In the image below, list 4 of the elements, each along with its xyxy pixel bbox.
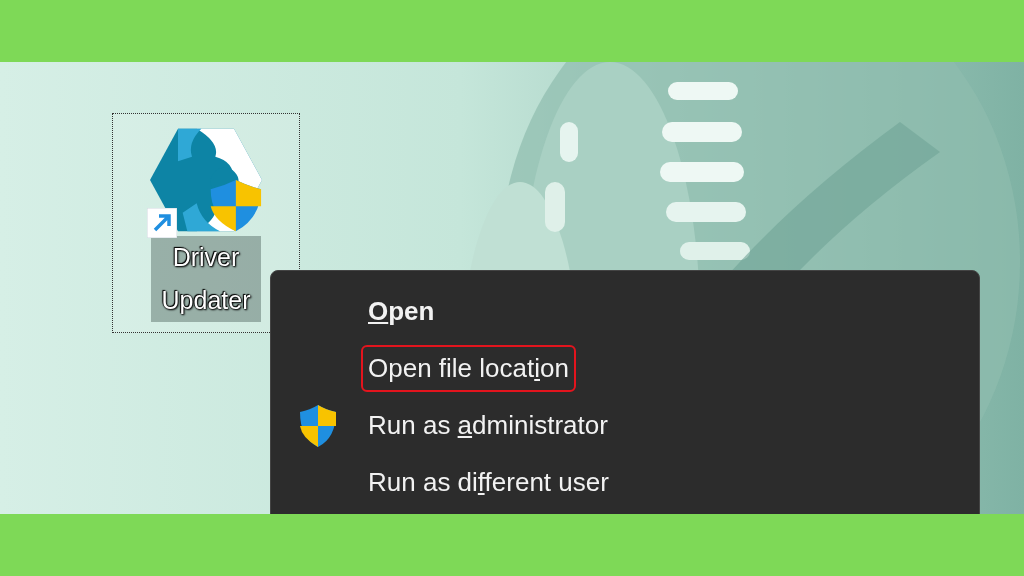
menu-item[interactable]: Run as different user bbox=[271, 454, 979, 511]
menu-item[interactable]: Open file location bbox=[271, 340, 979, 397]
icon-label: Driver Updater bbox=[151, 236, 261, 322]
menu-item[interactable]: Run as administrator bbox=[271, 397, 979, 454]
